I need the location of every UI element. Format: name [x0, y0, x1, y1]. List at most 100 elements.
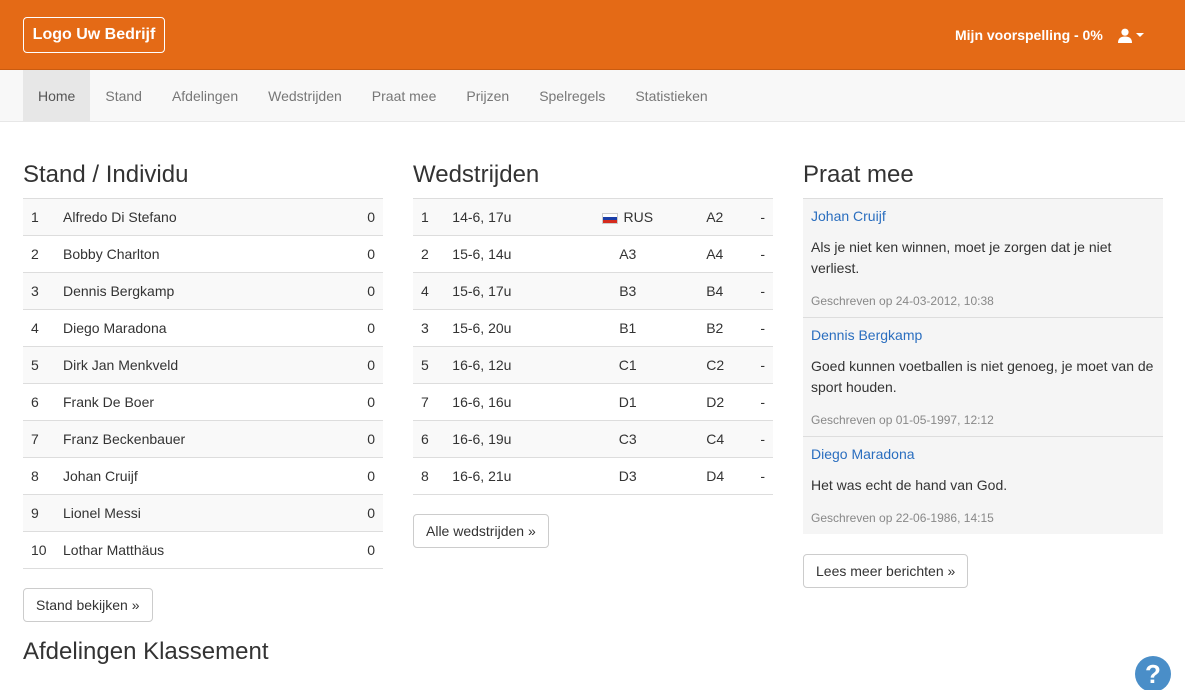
post-meta: Geschreven op 24-03-2012, 10:38: [811, 294, 994, 308]
match-result: -: [752, 457, 773, 495]
post-meta: Geschreven op 01-05-1997, 12:12: [811, 413, 994, 427]
player-name: Alfredo Di Stefano: [55, 198, 335, 236]
post-text: Goed kunnen voetballen is niet genoeg, j…: [811, 358, 1154, 395]
points: 0: [334, 235, 383, 273]
user-menu-dropdown[interactable]: [1118, 25, 1148, 45]
player-name: Diego Maradona: [55, 309, 335, 347]
nav-item-wedstrijden[interactable]: Wedstrijden: [253, 70, 357, 121]
table-row: 5 Dirk Jan Menkveld 0: [23, 346, 383, 384]
player-name: Dirk Jan Menkveld: [55, 346, 335, 384]
table-row: 1 Alfredo Di Stefano 0: [23, 198, 383, 236]
match-number: 3: [413, 309, 445, 347]
home-team-name: RUS: [623, 209, 654, 225]
nav-item-praat-mee[interactable]: Praat mee: [357, 70, 452, 121]
list-item: Dennis Bergkamp Goed kunnen voetballen i…: [803, 318, 1163, 437]
post-author-link[interactable]: Diego Maradona: [811, 445, 1155, 463]
home-team: C3: [557, 420, 699, 458]
home-team: D3: [557, 457, 699, 495]
post-meta: Geschreven op 22-06-1986, 14:15: [811, 511, 994, 525]
player-name: Dennis Bergkamp: [55, 272, 335, 310]
rank: 10: [23, 531, 55, 569]
home-team: B3: [557, 272, 699, 310]
nav-item-stand[interactable]: Stand: [90, 70, 157, 121]
away-team: D4: [698, 457, 753, 495]
match-date: 15-6, 17u: [444, 272, 558, 310]
read-more-posts-button[interactable]: Lees meer berichten »: [803, 554, 969, 588]
table-row: 7 Franz Beckenbauer 0: [23, 420, 383, 458]
points: 0: [334, 346, 383, 384]
rank: 7: [23, 420, 55, 458]
player-name: Frank De Boer: [55, 383, 335, 421]
match-date: 16-6, 19u: [444, 420, 558, 458]
table-row: 8 Johan Cruijf 0: [23, 457, 383, 495]
caret-down-icon: [1136, 33, 1144, 37]
nav-item-statistieken[interactable]: Statistieken: [620, 70, 722, 121]
departments-title: Afdelingen Klassement: [23, 638, 269, 665]
rank: 4: [23, 309, 55, 347]
matches-section: Wedstrijden 1 14-6, 17u RUS A2 - 2 15-6,…: [413, 158, 773, 548]
all-matches-button[interactable]: Alle wedstrijden »: [413, 514, 549, 548]
points: 0: [334, 531, 383, 569]
table-row: 3 Dennis Bergkamp 0: [23, 272, 383, 310]
match-date: 16-6, 12u: [444, 346, 558, 384]
match-date: 16-6, 21u: [444, 457, 558, 495]
table-row: 9 Lionel Messi 0: [23, 494, 383, 532]
match-result: -: [752, 346, 773, 384]
table-row: 10 Lothar Matthäus 0: [23, 531, 383, 569]
top-header: Logo Uw Bedrijf Mijn voorspelling - 0%: [0, 0, 1185, 70]
points: 0: [334, 309, 383, 347]
matches-table: 1 14-6, 17u RUS A2 - 2 15-6, 14u A3 A4 -…: [413, 198, 773, 495]
match-result: -: [752, 198, 773, 236]
nav-tabs: Home Stand Afdelingen Wedstrijden Praat …: [23, 70, 723, 121]
nav-item-home[interactable]: Home: [23, 70, 91, 121]
table-row: 1 14-6, 17u RUS A2 -: [413, 198, 773, 236]
help-button[interactable]: ?: [1135, 656, 1171, 690]
table-row: 5 16-6, 12u C1 C2 -: [413, 346, 773, 384]
post-author-link[interactable]: Johan Cruijf: [811, 207, 1155, 225]
standings-table: 1 Alfredo Di Stefano 0 2 Bobby Charlton 0 3D…: [23, 198, 383, 569]
home-team: C1: [557, 346, 699, 384]
match-result: -: [752, 383, 773, 421]
view-standings-button[interactable]: Stand bekijken »: [23, 588, 153, 622]
match-result: -: [752, 235, 773, 273]
table-row: 4 15-6, 17u B3 B4 -: [413, 272, 773, 310]
question-icon: ?: [1145, 658, 1161, 689]
table-row: 4 Diego Maradona 0: [23, 309, 383, 347]
matches-title: Wedstrijden: [413, 161, 540, 188]
user-icon: [1118, 28, 1132, 43]
rank: 2: [23, 235, 55, 273]
table-row: 6 16-6, 19u C3 C4 -: [413, 420, 773, 458]
points: 0: [334, 457, 383, 495]
away-team: A4: [698, 235, 753, 273]
post-author-link[interactable]: Dennis Bergkamp: [811, 326, 1155, 344]
standings-section: Stand / Individu 1 Alfredo Di Stefano 0 2B…: [23, 158, 383, 675]
away-team: B4: [698, 272, 753, 310]
post-text: Als je niet ken winnen, moet je zorgen d…: [811, 239, 1112, 276]
away-team: C4: [698, 420, 753, 458]
rank: 3: [23, 272, 55, 310]
player-name: Johan Cruijf: [55, 457, 335, 495]
match-date: 15-6, 20u: [444, 309, 558, 347]
nav-item-prijzen[interactable]: Prijzen: [451, 70, 524, 121]
away-team: B2: [698, 309, 753, 347]
match-number: 5: [413, 346, 445, 384]
table-row: 2 15-6, 14u A3 A4 -: [413, 235, 773, 273]
chat-title: Praat mee: [803, 161, 914, 188]
chat-section: Praat mee Johan Cruijf Als je niet ken w…: [803, 158, 1163, 588]
rank: 1: [23, 198, 55, 236]
logo-button[interactable]: Logo Uw Bedrijf: [23, 17, 165, 53]
home-team: A3: [557, 235, 699, 273]
table-row: 6 Frank De Boer 0: [23, 383, 383, 421]
main-navbar: Home Stand Afdelingen Wedstrijden Praat …: [0, 70, 1185, 122]
points: 0: [334, 383, 383, 421]
russia-flag-icon: [602, 212, 619, 224]
points: 0: [334, 420, 383, 458]
away-team: C2: [698, 346, 753, 384]
rank: 6: [23, 383, 55, 421]
home-team: D1: [557, 383, 699, 421]
nav-item-afdelingen[interactable]: Afdelingen: [157, 70, 253, 121]
match-number: 1: [413, 198, 445, 236]
rank: 8: [23, 457, 55, 495]
my-prediction-link[interactable]: Mijn voorspelling - 0%: [955, 27, 1103, 43]
nav-item-spelregels[interactable]: Spelregels: [524, 70, 620, 121]
